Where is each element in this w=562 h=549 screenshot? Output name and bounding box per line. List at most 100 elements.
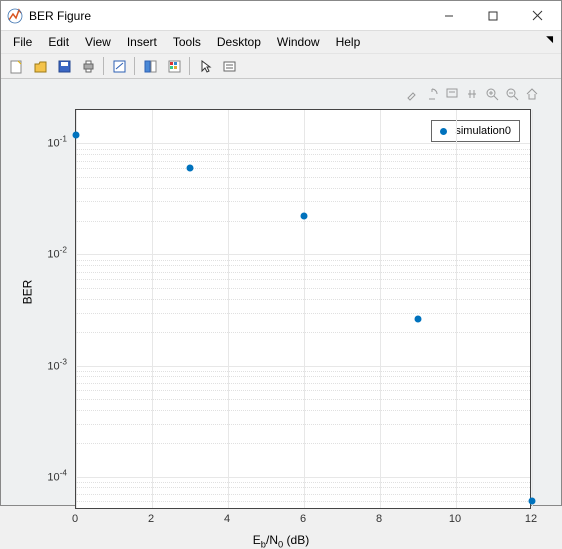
- grid-minor: [76, 265, 530, 266]
- y-tick-label: 10-4: [47, 468, 67, 483]
- zoom-in-icon[interactable]: [483, 85, 501, 103]
- x-tick-label: 4: [224, 513, 230, 525]
- figure-window: BER Figure File Edit View Insert Tools D…: [0, 0, 562, 506]
- data-point[interactable]: [415, 316, 422, 323]
- x-axis-label: Eb/N0 (dB): [1, 533, 561, 549]
- menu-window[interactable]: Window: [269, 33, 328, 51]
- minimize-button[interactable]: [427, 2, 471, 30]
- home-icon[interactable]: [523, 85, 541, 103]
- save-icon[interactable]: [53, 55, 75, 77]
- y-axis-label: BER: [20, 280, 34, 305]
- menu-overflow-icon[interactable]: ◥: [546, 34, 553, 45]
- menu-insert[interactable]: Insert: [119, 33, 165, 51]
- data-point[interactable]: [73, 131, 80, 138]
- grid-minor: [76, 443, 530, 444]
- grid-minor: [76, 383, 530, 384]
- grid-minor: [76, 177, 530, 178]
- y-tick-label: 10-3: [47, 357, 67, 372]
- legend-entry: simulation0: [455, 125, 511, 137]
- grid-minor: [76, 399, 530, 400]
- link-plot-icon[interactable]: [139, 55, 161, 77]
- grid-minor: [76, 371, 530, 372]
- grid-minor: [76, 501, 530, 502]
- grid-minor: [76, 424, 530, 425]
- grid-minor: [76, 288, 530, 289]
- grid-vline: [532, 110, 533, 508]
- grid-minor: [76, 332, 530, 333]
- brush-icon[interactable]: [403, 85, 421, 103]
- matlab-icon: [7, 8, 23, 24]
- pan-icon[interactable]: [463, 85, 481, 103]
- menu-file[interactable]: File: [5, 33, 40, 51]
- titlebar: BER Figure: [1, 1, 561, 31]
- menu-edit[interactable]: Edit: [40, 33, 77, 51]
- grid-minor: [76, 188, 530, 189]
- close-button[interactable]: [515, 2, 559, 30]
- grid-minor: [76, 376, 530, 377]
- x-tick-label: 0: [72, 513, 78, 525]
- y-tick-label: 10-1: [47, 135, 67, 150]
- y-tick-label: 10-2: [47, 246, 67, 261]
- x-tick-label: 12: [525, 513, 537, 525]
- grid-minor: [76, 260, 530, 261]
- toolbar: [1, 53, 561, 79]
- grid-vline: [228, 110, 229, 508]
- print-icon[interactable]: [77, 55, 99, 77]
- x-tick-label: 10: [449, 513, 461, 525]
- insert-colorbar-icon[interactable]: [163, 55, 185, 77]
- x-tick-label: 6: [300, 513, 306, 525]
- menu-desktop[interactable]: Desktop: [209, 33, 269, 51]
- grid-minor: [76, 221, 530, 222]
- menubar: File Edit View Insert Tools Desktop Wind…: [1, 31, 561, 53]
- open-icon[interactable]: [29, 55, 51, 77]
- grid-minor: [76, 149, 530, 150]
- grid-vline: [380, 110, 381, 508]
- data-point[interactable]: [529, 498, 536, 505]
- legend[interactable]: simulation0: [431, 120, 520, 142]
- grid-minor: [76, 487, 530, 488]
- insert-legend-icon[interactable]: [218, 55, 240, 77]
- grid-minor: [76, 390, 530, 391]
- zoom-out-icon[interactable]: [503, 85, 521, 103]
- grid-minor: [76, 168, 530, 169]
- toolbar-separator: [189, 57, 190, 75]
- window-title: BER Figure: [29, 9, 427, 23]
- x-tick-label: 8: [376, 513, 382, 525]
- grid-vline: [304, 110, 305, 508]
- grid-minor: [76, 161, 530, 162]
- grid-minor: [76, 279, 530, 280]
- grid-hline: [76, 254, 530, 255]
- menu-tools[interactable]: Tools: [165, 33, 209, 51]
- grid-minor: [76, 272, 530, 273]
- edit-plot-icon[interactable]: [108, 55, 130, 77]
- maximize-button[interactable]: [471, 2, 515, 30]
- grid-minor: [76, 313, 530, 314]
- datacursor-icon[interactable]: [443, 85, 461, 103]
- toolbar-separator: [103, 57, 104, 75]
- grid-minor: [76, 299, 530, 300]
- toolbar-separator: [134, 57, 135, 75]
- grid-minor: [76, 410, 530, 411]
- x-tick-label: 2: [148, 513, 154, 525]
- grid-hline: [76, 143, 530, 144]
- data-point[interactable]: [301, 213, 308, 220]
- axes[interactable]: simulation0: [75, 109, 531, 509]
- grid-minor: [76, 154, 530, 155]
- grid-vline: [152, 110, 153, 508]
- grid-hline: [76, 477, 530, 478]
- menu-help[interactable]: Help: [328, 33, 369, 51]
- figure-area: simulation0 Eb/N0 (dB) BER 02468101210-4…: [1, 79, 561, 505]
- axes-toolbar: [403, 85, 541, 103]
- grid-hline: [76, 366, 530, 367]
- grid-minor: [76, 494, 530, 495]
- new-figure-icon[interactable]: [5, 55, 27, 77]
- grid-minor: [76, 201, 530, 202]
- grid-minor: [76, 482, 530, 483]
- legend-marker: [440, 128, 447, 135]
- menu-view[interactable]: View: [77, 33, 119, 51]
- data-point[interactable]: [187, 165, 194, 172]
- pointer-icon[interactable]: [194, 55, 216, 77]
- rotate-icon[interactable]: [423, 85, 441, 103]
- grid-vline: [456, 110, 457, 508]
- grid-vline: [76, 110, 77, 508]
